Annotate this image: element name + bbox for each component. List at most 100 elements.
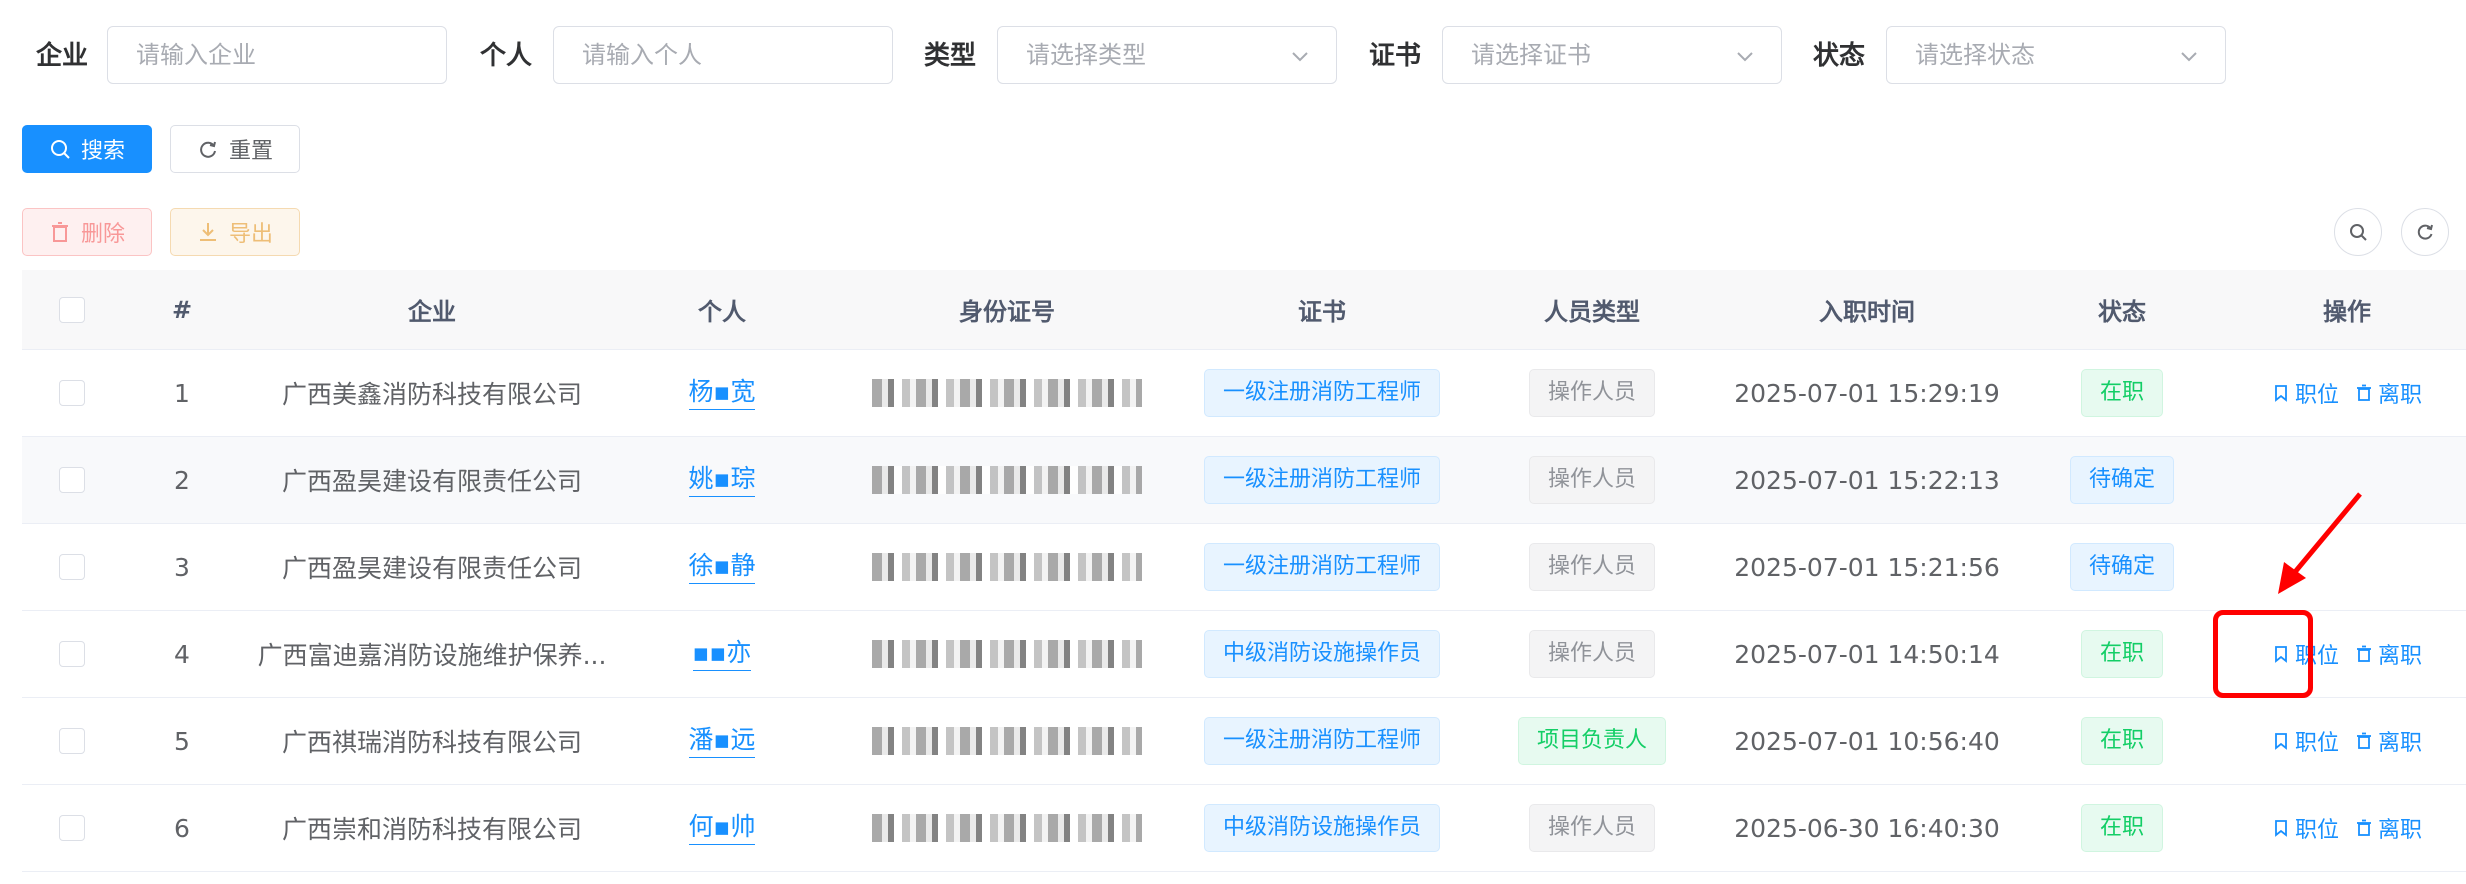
row-checkbox[interactable] — [59, 467, 85, 493]
table-row: 5 广西祺瑞消防科技有限公司 潘▪远 一级注册消防工程师 项目负责人 2025-… — [22, 698, 2466, 785]
staff-type-cell: 项目负责人 — [1452, 698, 1732, 784]
resign-link-label: 离职 — [2378, 731, 2423, 756]
type-select-placeholder: 请选择类型 — [1026, 41, 1146, 69]
enterprise-cell: 广西盈昊建设有限责任公司 — [281, 467, 582, 496]
status-cell: 在职 — [2002, 350, 2242, 436]
staff-type-tag: 操作人员 — [1528, 456, 1655, 504]
enterprise-cell: 广西富迪嘉消防设施维护保养... — [257, 641, 607, 670]
reset-button-label: 重置 — [228, 139, 273, 164]
person-cell: 杨▪宽 — [622, 350, 822, 436]
row-checkbox-cell — [22, 611, 122, 697]
certificate-cell: 中级消防设施操作员 — [1192, 611, 1452, 697]
certificate-cell: 一级注册消防工程师 — [1192, 437, 1452, 523]
row-index: 4 — [174, 639, 190, 669]
resign-link[interactable]: 离职 — [2355, 725, 2422, 757]
row-checkbox-cell — [22, 350, 122, 436]
column-header: 人员类型 — [1544, 298, 1640, 326]
operations-cell: 职位 离职 — [2242, 785, 2452, 871]
person-link[interactable]: 潘▪远 — [688, 725, 756, 758]
staff-table: # 企业 个人 身份证号 证书 人员类型 入职时间 状态 操作 1 广西美鑫消防… — [22, 270, 2466, 872]
status-cell: 在职 — [2002, 698, 2242, 784]
person-link[interactable]: 何▪帅 — [688, 812, 756, 845]
type-select[interactable]: 请选择类型 — [997, 26, 1337, 84]
header-checkbox-cell — [22, 270, 122, 349]
position-link[interactable]: 职位 — [2272, 377, 2339, 409]
person-cell: 姚▪琮 — [622, 437, 822, 523]
staff-type-cell: 操作人员 — [1452, 437, 1732, 523]
row-checkbox[interactable] — [59, 380, 85, 406]
status-tag: 在职 — [2080, 717, 2163, 765]
refresh-icon — [200, 141, 216, 158]
chevron-down-icon — [1292, 52, 1308, 62]
person-link[interactable]: 姚▪琮 — [688, 464, 756, 497]
hire-time-cell: 2025-06-30 16:40:30 — [1734, 813, 2000, 843]
person-cell: 潘▪远 — [622, 698, 822, 784]
certificate-cell: 一级注册消防工程师 — [1192, 698, 1452, 784]
select-all-checkbox[interactable] — [59, 296, 85, 323]
person-link[interactable]: ▪▪亦 — [692, 638, 752, 671]
bookmark-icon — [2275, 385, 2287, 402]
position-link[interactable]: 职位 — [2272, 812, 2339, 844]
staff-type-cell: 操作人员 — [1452, 524, 1732, 610]
position-link-label: 职位 — [2294, 818, 2339, 843]
type-filter-label: 类型 — [924, 41, 977, 71]
row-index: 1 — [174, 378, 190, 408]
row-checkbox[interactable] — [59, 554, 85, 580]
bookmark-icon — [2275, 733, 2287, 750]
operations-cell: 职位 离职 — [2242, 350, 2452, 436]
search-button[interactable]: 搜索 — [22, 125, 152, 173]
enterprise-input[interactable]: 请输入企业 — [107, 26, 447, 84]
position-link-label: 职位 — [2294, 383, 2339, 408]
resign-link[interactable]: 离职 — [2355, 812, 2422, 844]
toggle-search-button[interactable] — [2334, 208, 2382, 256]
search-button-label: 搜索 — [80, 139, 125, 164]
reset-button[interactable]: 重置 — [170, 125, 300, 173]
staff-type-tag: 操作人员 — [1528, 630, 1655, 678]
refresh-table-button[interactable] — [2401, 208, 2449, 256]
certificate-select[interactable]: 请选择证书 — [1442, 26, 1782, 84]
enterprise-input-placeholder: 请输入企业 — [136, 41, 256, 69]
row-checkbox[interactable] — [59, 728, 85, 754]
export-button[interactable]: 导出 — [170, 208, 300, 256]
column-header: 个人 — [698, 298, 746, 326]
person-link[interactable]: 杨▪宽 — [688, 377, 756, 410]
row-index: 2 — [174, 465, 190, 495]
trash-icon — [2357, 819, 2371, 836]
resign-link[interactable]: 离职 — [2355, 377, 2422, 409]
trash-icon — [2357, 645, 2371, 662]
trash-icon — [51, 222, 68, 242]
column-header: 证书 — [1298, 298, 1346, 326]
id-number-cell — [822, 698, 1192, 784]
person-input[interactable]: 请输入个人 — [553, 26, 893, 84]
row-checkbox[interactable] — [59, 815, 85, 841]
export-button-label: 导出 — [228, 222, 273, 247]
certificate-tag: 中级消防设施操作员 — [1203, 804, 1440, 852]
status-cell: 在职 — [2002, 785, 2242, 871]
status-tag: 在职 — [2080, 369, 2163, 417]
enterprise-filter-label: 企业 — [36, 41, 89, 71]
position-link[interactable]: 职位 — [2272, 725, 2339, 757]
status-cell: 待确定 — [2002, 437, 2242, 523]
id-number-cell — [822, 350, 1192, 436]
resign-link[interactable]: 离职 — [2355, 638, 2422, 670]
enterprise-cell: 广西崇和消防科技有限公司 — [281, 815, 582, 844]
column-header: 身份证号 — [959, 298, 1055, 326]
staff-type-cell: 操作人员 — [1452, 785, 1732, 871]
person-input-placeholder: 请输入个人 — [582, 41, 702, 69]
delete-button[interactable]: 删除 — [22, 208, 152, 256]
trash-icon — [2357, 732, 2371, 749]
row-index: 3 — [174, 552, 190, 582]
person-cell: ▪▪亦 — [622, 611, 822, 697]
person-link[interactable]: 徐▪静 — [688, 551, 756, 584]
id-number-cell — [822, 785, 1192, 871]
row-index: 6 — [174, 813, 190, 843]
status-filter-label: 状态 — [1813, 41, 1866, 71]
search-icon — [2350, 224, 2367, 241]
enterprise-cell: 广西祺瑞消防科技有限公司 — [281, 728, 582, 757]
status-select[interactable]: 请选择状态 — [1886, 26, 2226, 84]
delete-button-label: 删除 — [80, 222, 125, 247]
resign-link-label: 离职 — [2378, 644, 2423, 669]
row-checkbox[interactable] — [59, 641, 85, 667]
bookmark-icon — [2275, 820, 2287, 837]
person-cell: 徐▪静 — [622, 524, 822, 610]
